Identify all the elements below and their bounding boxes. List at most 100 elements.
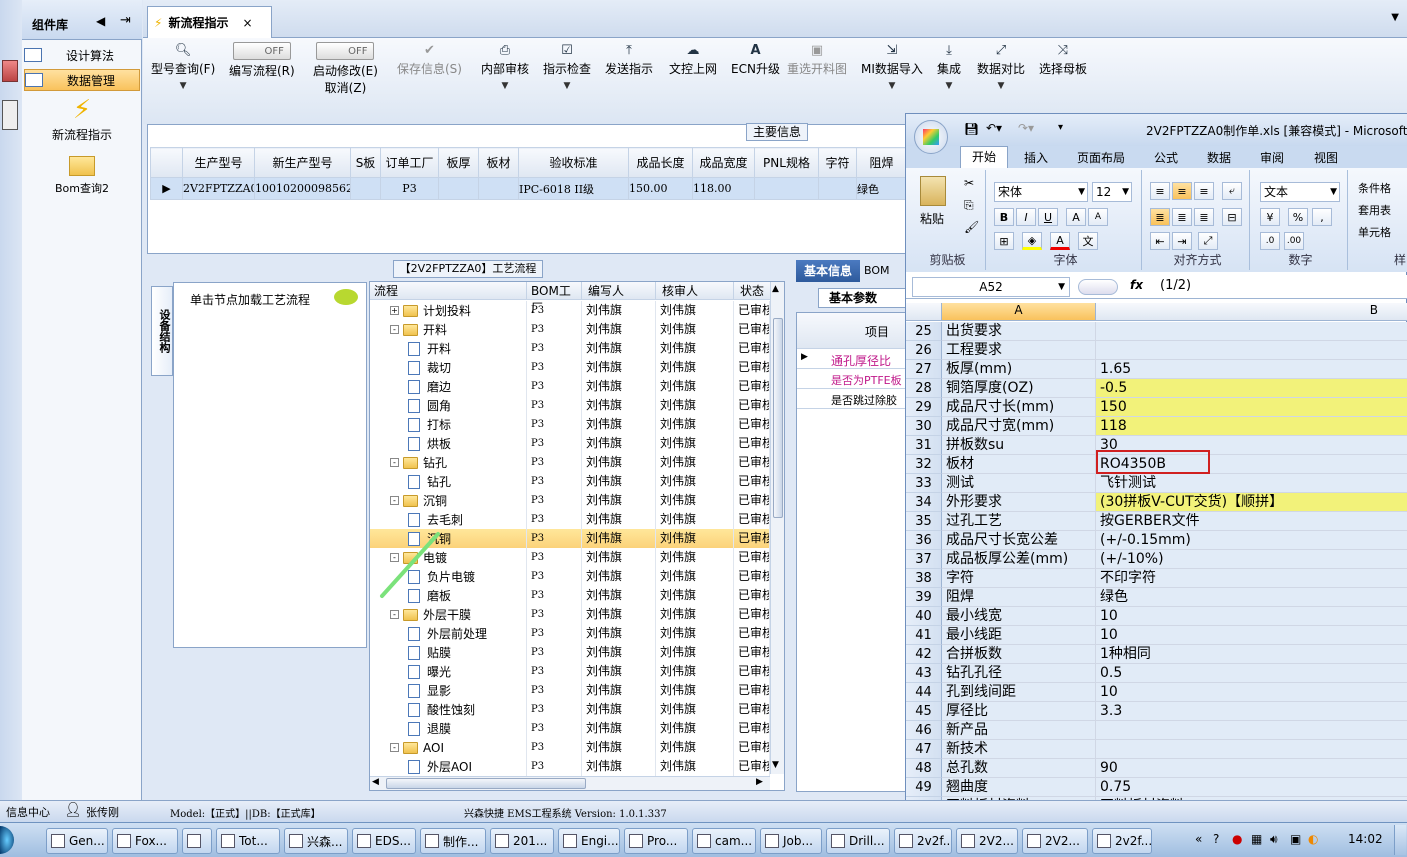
tree-row[interactable]: 酸性蚀刻P3刘伟旗刘伟旗已审核: [370, 700, 770, 719]
reviewer-cell[interactable]: 刘伟旗: [656, 339, 734, 358]
reviewer-cell[interactable]: 刘伟旗: [656, 719, 734, 738]
ribbon-tab-page-layout[interactable]: 页面布局: [1077, 149, 1125, 166]
column-header[interactable]: 生产型号: [182, 147, 255, 178]
tree-node[interactable]: - 沉铜: [370, 491, 527, 510]
bom-factory-cell[interactable]: P3: [527, 757, 582, 776]
tree-row[interactable]: 裁切P3刘伟旗刘伟旗已审核: [370, 358, 770, 377]
start-button[interactable]: [0, 826, 14, 854]
integrate-button[interactable]: ⤓ 集成 ▼: [937, 42, 961, 92]
status-cell[interactable]: 已审核: [734, 700, 770, 719]
status-cell[interactable]: 已审核: [734, 624, 770, 643]
tree-row[interactable]: 烘板P3刘伟旗刘伟旗已审核: [370, 434, 770, 453]
writer-cell[interactable]: 刘伟旗: [582, 320, 656, 339]
help-icon[interactable]: ?: [1213, 832, 1219, 846]
cell-b[interactable]: [1096, 341, 1407, 360]
cell-b[interactable]: 1.65: [1096, 360, 1407, 379]
reviewer-cell[interactable]: 刘伟旗: [656, 491, 734, 510]
bom-factory-cell[interactable]: P3: [527, 719, 582, 738]
expand-toggle-icon[interactable]: -: [390, 743, 399, 752]
cell-b[interactable]: 不印字符: [1096, 569, 1407, 588]
reviewer-cell[interactable]: 刘伟旗: [656, 301, 734, 320]
bom-factory-cell[interactable]: P3: [527, 700, 582, 719]
redo-icon[interactable]: ↷▾: [1018, 121, 1034, 135]
reviewer-cell[interactable]: 刘伟旗: [656, 396, 734, 415]
row-number[interactable]: 29: [906, 398, 942, 417]
comma-button[interactable]: ,: [1312, 208, 1332, 226]
bom-factory-cell[interactable]: P3: [527, 567, 582, 586]
instruction-check-button[interactable]: ☑ 指示检查 ▼: [543, 42, 591, 92]
sheet-row[interactable]: 41 最小线距 10: [906, 626, 1407, 645]
doc-online-button[interactable]: ☁ 文控上网: [669, 42, 717, 77]
write-flow-button[interactable]: OFF 编写流程(R): [229, 42, 295, 79]
sheet-row[interactable]: 29 成品尺寸长(mm) 150: [906, 398, 1407, 417]
column-header[interactable]: BOM工厂: [527, 282, 582, 315]
reviewer-cell[interactable]: 刘伟旗: [656, 434, 734, 453]
bom-factory-cell[interactable]: P3: [527, 586, 582, 605]
ecn-upgrade-button[interactable]: A ECN升级: [731, 42, 780, 77]
cell-a[interactable]: 阻焊: [942, 588, 1096, 607]
cell-b[interactable]: 90: [1096, 759, 1407, 778]
cell-a[interactable]: 板材: [942, 455, 1096, 474]
align-center-button[interactable]: ≣: [1172, 208, 1192, 226]
ribbon-tab-home[interactable]: 开始: [960, 146, 1008, 168]
save-icon[interactable]: 💾︎: [964, 122, 979, 136]
table-cell[interactable]: 绿色: [856, 177, 907, 200]
format-table-button[interactable]: 套用表: [1358, 202, 1391, 218]
copy-icon[interactable]: ⎘: [964, 198, 974, 213]
sheet-row[interactable]: 34 外形要求 (30拼板V-CUT交货)【顺拼】: [906, 493, 1407, 512]
status-cell[interactable]: 已审核: [734, 434, 770, 453]
row-number[interactable]: 32: [906, 455, 942, 474]
tree-node[interactable]: - 外层干膜: [370, 605, 527, 624]
reviewer-cell[interactable]: 刘伟旗: [656, 415, 734, 434]
column-header-b[interactable]: B: [1096, 303, 1407, 320]
cell-b[interactable]: (+/-0.15mm): [1096, 531, 1407, 550]
tab-new-flow[interactable]: ⚡ 新流程指示 ×: [147, 6, 272, 38]
reviewer-cell[interactable]: 刘伟旗: [656, 681, 734, 700]
show-desktop-button[interactable]: [1394, 825, 1406, 855]
sheet-row[interactable]: 25 出货要求: [906, 322, 1407, 341]
status-cell[interactable]: 已审核: [734, 757, 770, 776]
cell-b[interactable]: 0.5: [1096, 664, 1407, 683]
sheet-row[interactable]: 30 成品尺寸宽(mm) 118: [906, 417, 1407, 436]
phonetic-button[interactable]: 文: [1078, 232, 1098, 250]
writer-cell[interactable]: 刘伟旗: [582, 529, 656, 548]
internal-review-button[interactable]: ⎙ 内部审核 ▼: [481, 42, 529, 92]
expand-toggle-icon[interactable]: -: [390, 610, 399, 619]
expand-toggle-icon[interactable]: -: [390, 325, 399, 334]
writer-cell[interactable]: 刘伟旗: [582, 738, 656, 757]
horizontal-scrollbar[interactable]: ◀ ▶: [370, 776, 770, 790]
tree-row[interactable]: 磨边P3刘伟旗刘伟旗已审核: [370, 377, 770, 396]
module-icon-2[interactable]: [2, 100, 18, 130]
font-color-button[interactable]: A: [1050, 232, 1070, 250]
tree-node[interactable]: 酸性蚀刻: [370, 700, 527, 719]
writer-cell[interactable]: 刘伟旗: [582, 681, 656, 700]
writer-cell[interactable]: 刘伟旗: [582, 396, 656, 415]
cell-a[interactable]: 过孔工艺: [942, 512, 1096, 531]
decrease-decimal-button[interactable]: .00: [1284, 232, 1304, 250]
column-header[interactable]: 订单工厂: [380, 147, 439, 178]
currency-button[interactable]: ¥: [1260, 208, 1280, 226]
reviewer-cell[interactable]: 刘伟旗: [656, 586, 734, 605]
status-cell[interactable]: 已审核: [734, 529, 770, 548]
underline-button[interactable]: U: [1038, 208, 1058, 226]
sheet-row[interactable]: 45 厚径比 3.3: [906, 702, 1407, 721]
tree-node[interactable]: 磨边: [370, 377, 527, 396]
writer-cell[interactable]: 刘伟旗: [582, 472, 656, 491]
sheet-row[interactable]: 42 合拼板数 1种相同: [906, 645, 1407, 664]
status-cell[interactable]: 已审核: [734, 453, 770, 472]
dropdown-arrow-icon[interactable]: ▼: [888, 81, 895, 91]
network-icon[interactable]: ▦: [1251, 832, 1262, 846]
column-header[interactable]: 项目: [865, 323, 889, 340]
bom-factory-cell[interactable]: P3: [527, 320, 582, 339]
writer-cell[interactable]: 刘伟旗: [582, 453, 656, 472]
table-cell[interactable]: 2V2FPTZZA0: [182, 177, 255, 200]
taskbar-item[interactable]: cam...: [692, 828, 756, 854]
formula-input[interactable]: (1/2): [1160, 278, 1191, 293]
reviewer-cell[interactable]: 刘伟旗: [656, 548, 734, 567]
tray-icon-1[interactable]: ▣: [1290, 832, 1301, 846]
cell-b[interactable]: (+/-10%): [1096, 550, 1407, 569]
status-cell[interactable]: 已审核: [734, 643, 770, 662]
bom-factory-cell[interactable]: P3: [527, 681, 582, 700]
writer-cell[interactable]: 刘伟旗: [582, 415, 656, 434]
tree-node[interactable]: 裁切: [370, 358, 527, 377]
